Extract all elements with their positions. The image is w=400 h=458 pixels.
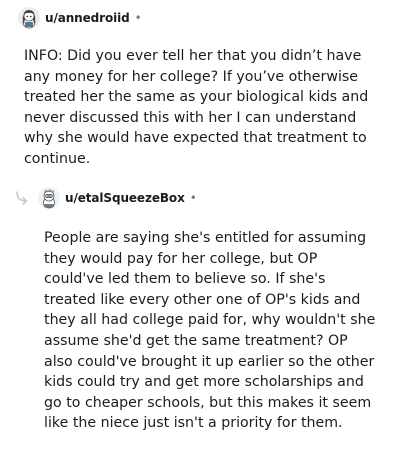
username-link[interactable]: u/etalSqueezeBox [65,191,185,205]
comment-meta: u/etalSqueezeBox • [14,186,390,210]
comment: u/annedroiid • INFO: Did you ever tell h… [18,6,388,170]
comment-meta: u/annedroiid • [18,6,388,30]
user-avatar-icon[interactable] [18,7,40,29]
comment-reply: u/etalSqueezeBox • People are saying she… [14,186,390,434]
user-avatar-icon[interactable] [38,187,60,209]
separator-dot: • [189,191,197,205]
comment-body: INFO: Did you ever tell her that you did… [24,48,369,167]
username-link[interactable]: u/annedroiid [45,11,130,25]
separator-dot: • [134,11,142,25]
reply-arrow-icon [14,188,34,208]
comment-body: People are saying she's entitled for ass… [44,230,376,432]
